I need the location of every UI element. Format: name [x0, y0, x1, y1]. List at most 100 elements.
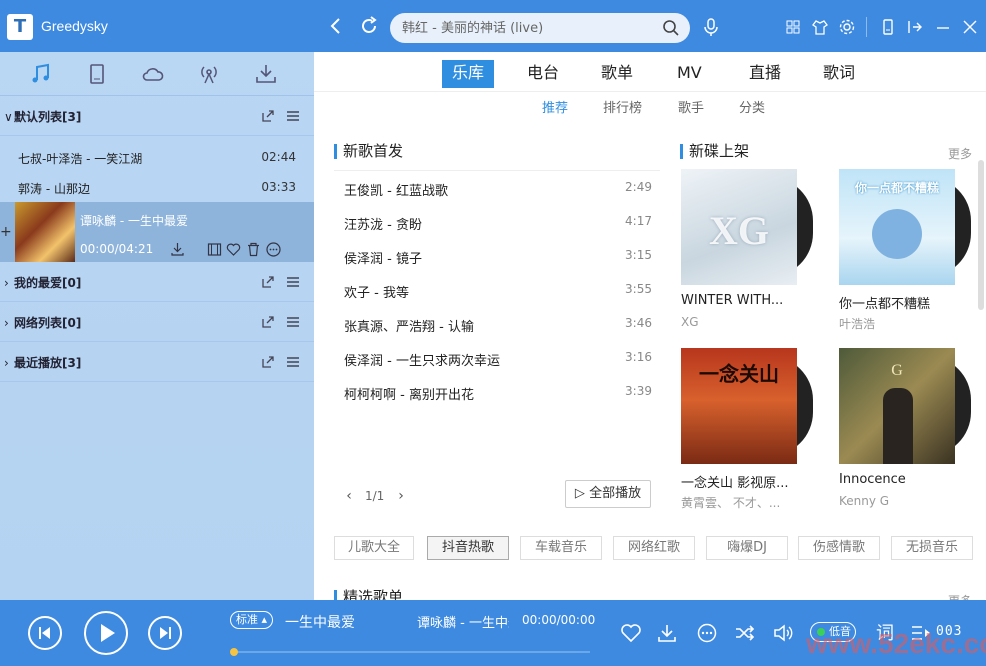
more-link[interactable]: 更多: [948, 592, 972, 600]
volume-icon[interactable]: [772, 622, 794, 644]
genre-tags: 儿歌大全 抖音热歌 车载音乐 网络红歌 嗨爆DJ 伤感情歌 无损音乐: [334, 536, 986, 562]
cover-art-text: XG: [709, 208, 769, 253]
close-icon[interactable]: [961, 18, 979, 36]
menu-icon[interactable]: [285, 354, 301, 370]
tag-button[interactable]: 儿歌大全: [334, 536, 414, 560]
tag-button[interactable]: 伤感情歌: [798, 536, 880, 560]
microphone-icon[interactable]: [702, 17, 720, 37]
now-playing-time: 00:00/00:00: [522, 613, 596, 627]
shuffle-icon[interactable]: [734, 622, 756, 644]
back-button[interactable]: [324, 14, 348, 38]
mv-film-icon[interactable]: [207, 242, 222, 257]
gear-icon[interactable]: [838, 18, 856, 36]
bass-toggle[interactable]: 低音: [810, 622, 856, 642]
subtab-artists[interactable]: 歌手: [678, 97, 704, 116]
scrollbar[interactable]: [978, 148, 984, 588]
search-input[interactable]: [402, 13, 652, 43]
subtab-recommend[interactable]: 推荐: [542, 97, 568, 116]
more-icon[interactable]: [696, 622, 718, 644]
playlist-group-favorites[interactable]: › 我的最爱[0]: [0, 262, 314, 302]
more-link[interactable]: 更多: [948, 145, 972, 162]
playing-song-time: 00:00/04:21: [80, 242, 154, 256]
album-cover: G: [839, 348, 955, 464]
refresh-button[interactable]: [357, 14, 381, 38]
grid-icon[interactable]: [784, 18, 802, 36]
music-note-icon[interactable]: [28, 61, 54, 87]
playing-song-name: 谭咏麟 - 一生中最爱: [80, 214, 188, 228]
next-icon: [160, 627, 171, 639]
quality-selector[interactable]: 标准 ▴: [230, 611, 274, 629]
sidebar-toggle-icon[interactable]: [906, 18, 924, 36]
share-icon[interactable]: [260, 274, 276, 290]
tab-mv[interactable]: MV: [667, 60, 712, 88]
track-row[interactable]: 王俊凯 - 红蓝战歌 2:49: [334, 171, 660, 205]
track-row[interactable]: 张真源、严浩翔 - 认输 3:46: [334, 307, 660, 341]
now-playing-artist: 谭咏麟 - 一生中最爱: [417, 616, 509, 631]
next-button[interactable]: [148, 616, 182, 650]
cloud-icon[interactable]: [140, 61, 166, 87]
subtab-charts[interactable]: 排行榜: [603, 97, 642, 116]
playlist-song-playing[interactable]: + 谭咏麟 - 一生中最爱 00:00/04:21: [0, 202, 314, 262]
track-row[interactable]: 柯柯柯啊 - 离别开出花 3:39: [334, 375, 660, 409]
album-title: WINTER WITH...: [681, 293, 784, 308]
playlist-song-row[interactable]: 郭涛 - 山那边 03:33: [0, 172, 314, 202]
tag-button[interactable]: 无损音乐: [891, 536, 973, 560]
section-title: 新歌首发: [334, 144, 403, 159]
progress-knob[interactable]: [230, 648, 238, 656]
share-icon[interactable]: [260, 354, 276, 370]
heart-icon[interactable]: [620, 622, 642, 644]
tag-button[interactable]: 车载音乐: [520, 536, 602, 560]
scroll-thumb[interactable]: [978, 160, 984, 310]
pager-prev-button[interactable]: ‹: [341, 488, 357, 504]
pager-next-button[interactable]: ›: [393, 488, 409, 504]
minimize-icon[interactable]: [934, 18, 952, 36]
playlist-group-recent[interactable]: › 最近播放[3]: [0, 342, 314, 382]
menu-icon[interactable]: [285, 274, 301, 290]
download-icon[interactable]: [253, 61, 279, 87]
heart-icon[interactable]: [226, 242, 241, 257]
more-icon[interactable]: [266, 242, 281, 257]
tab-radio[interactable]: 电台: [517, 60, 569, 88]
radio-signal-icon[interactable]: [196, 61, 222, 87]
device-icon[interactable]: [84, 61, 110, 87]
group-title: › 我的最爱[0]: [4, 274, 81, 291]
play-all-button[interactable]: ▷ 全部播放: [565, 480, 651, 508]
download-icon[interactable]: [170, 242, 185, 257]
tab-lyrics[interactable]: 歌词: [813, 60, 865, 88]
tag-button[interactable]: 网络红歌: [613, 536, 695, 560]
playlist-group-network[interactable]: › 网络列表[0]: [0, 302, 314, 342]
tab-library[interactable]: 乐库: [442, 60, 495, 88]
share-icon[interactable]: [260, 108, 276, 124]
download-icon[interactable]: [656, 622, 678, 644]
track-row[interactable]: 侯泽润 - 镜子 3:15: [334, 239, 660, 273]
tab-playlists[interactable]: 歌单: [591, 60, 643, 88]
tag-button[interactable]: 抖音热歌: [427, 536, 509, 560]
refresh-icon: [362, 16, 377, 33]
cover-art-text: G: [891, 362, 903, 379]
divider: [866, 17, 867, 37]
tab-live[interactable]: 直播: [739, 60, 791, 88]
progress-bar[interactable]: [230, 648, 590, 656]
playlist-icon[interactable]: [910, 622, 932, 644]
track-row[interactable]: 欢子 - 我等 3:55: [334, 273, 660, 307]
mini-mode-icon[interactable]: [879, 18, 897, 36]
search-icon[interactable]: [662, 19, 680, 37]
lyrics-button[interactable]: 词: [876, 619, 894, 645]
menu-icon[interactable]: [285, 108, 301, 124]
playlist-group-default[interactable]: ∨默认列表[3]: [0, 96, 314, 136]
playlist-song-row[interactable]: 七叔-叶泽浩 - 一笑江湖 02:44: [0, 142, 314, 172]
album-title: 一念关山 影视原...: [681, 476, 789, 491]
trash-icon[interactable]: [246, 242, 261, 257]
previous-button[interactable]: [28, 616, 62, 650]
album-cover: 你一点都不糟糕: [839, 169, 955, 285]
subtab-categories[interactable]: 分类: [739, 97, 765, 116]
player-bar: 标准 ▴ 一生中最爱 谭咏麟 - 一生中最爱 00:00/00:00 低音 词 …: [0, 600, 986, 666]
tag-button[interactable]: 嗨爆DJ: [706, 536, 788, 560]
share-icon[interactable]: [260, 314, 276, 330]
track-row[interactable]: 侯泽润 - 一生只求两次幸运 3:16: [334, 341, 660, 375]
play-button[interactable]: [84, 611, 128, 655]
cover-art-text: 你一点都不糟糕: [854, 181, 939, 195]
track-row[interactable]: 汪苏泷 - 贪盼 4:17: [334, 205, 660, 239]
skin-icon[interactable]: [811, 18, 829, 36]
menu-icon[interactable]: [285, 314, 301, 330]
